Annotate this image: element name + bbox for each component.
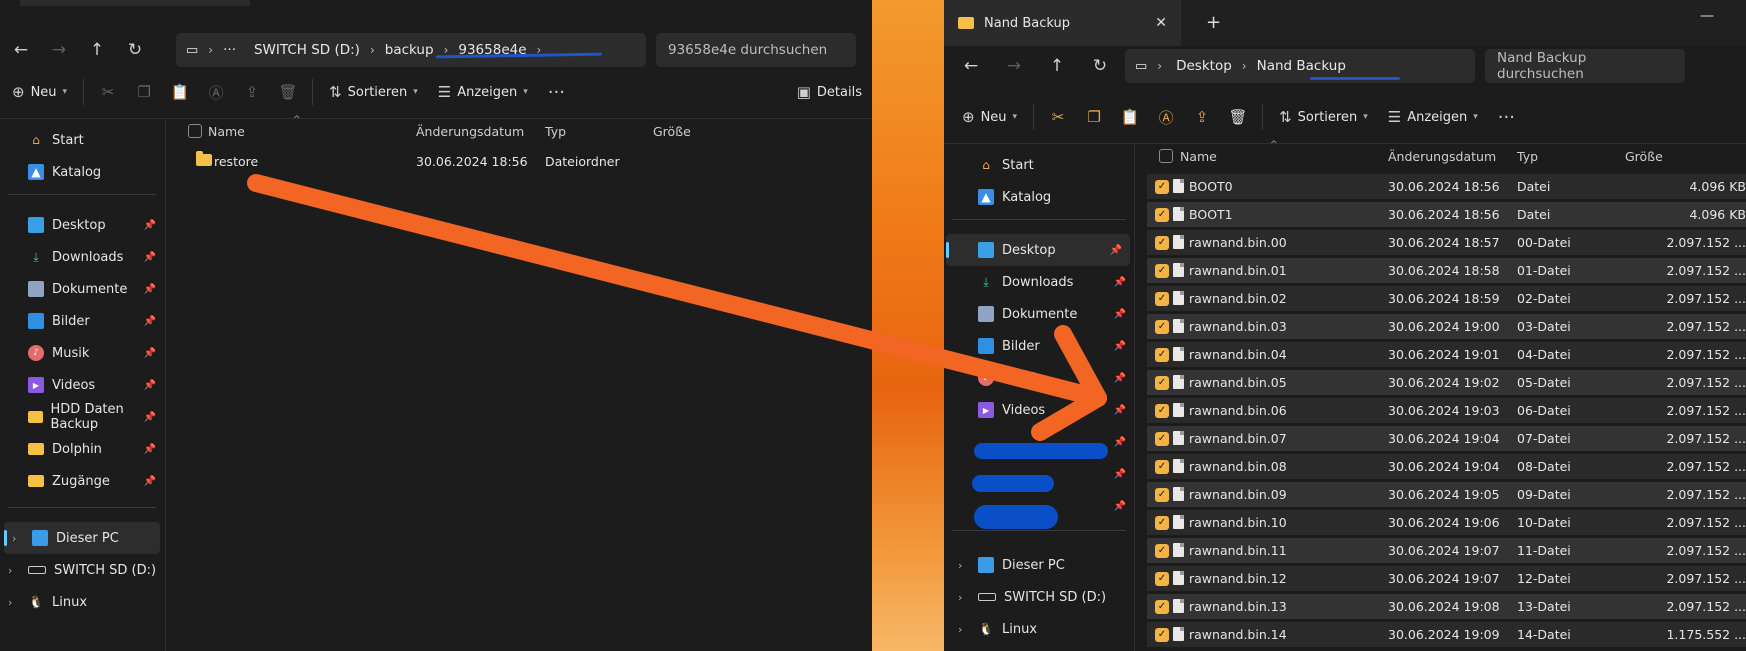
annotation-arrow [247,174,1107,441]
arrow-shaft [247,174,1107,407]
arrow-head-lower [1031,389,1107,441]
